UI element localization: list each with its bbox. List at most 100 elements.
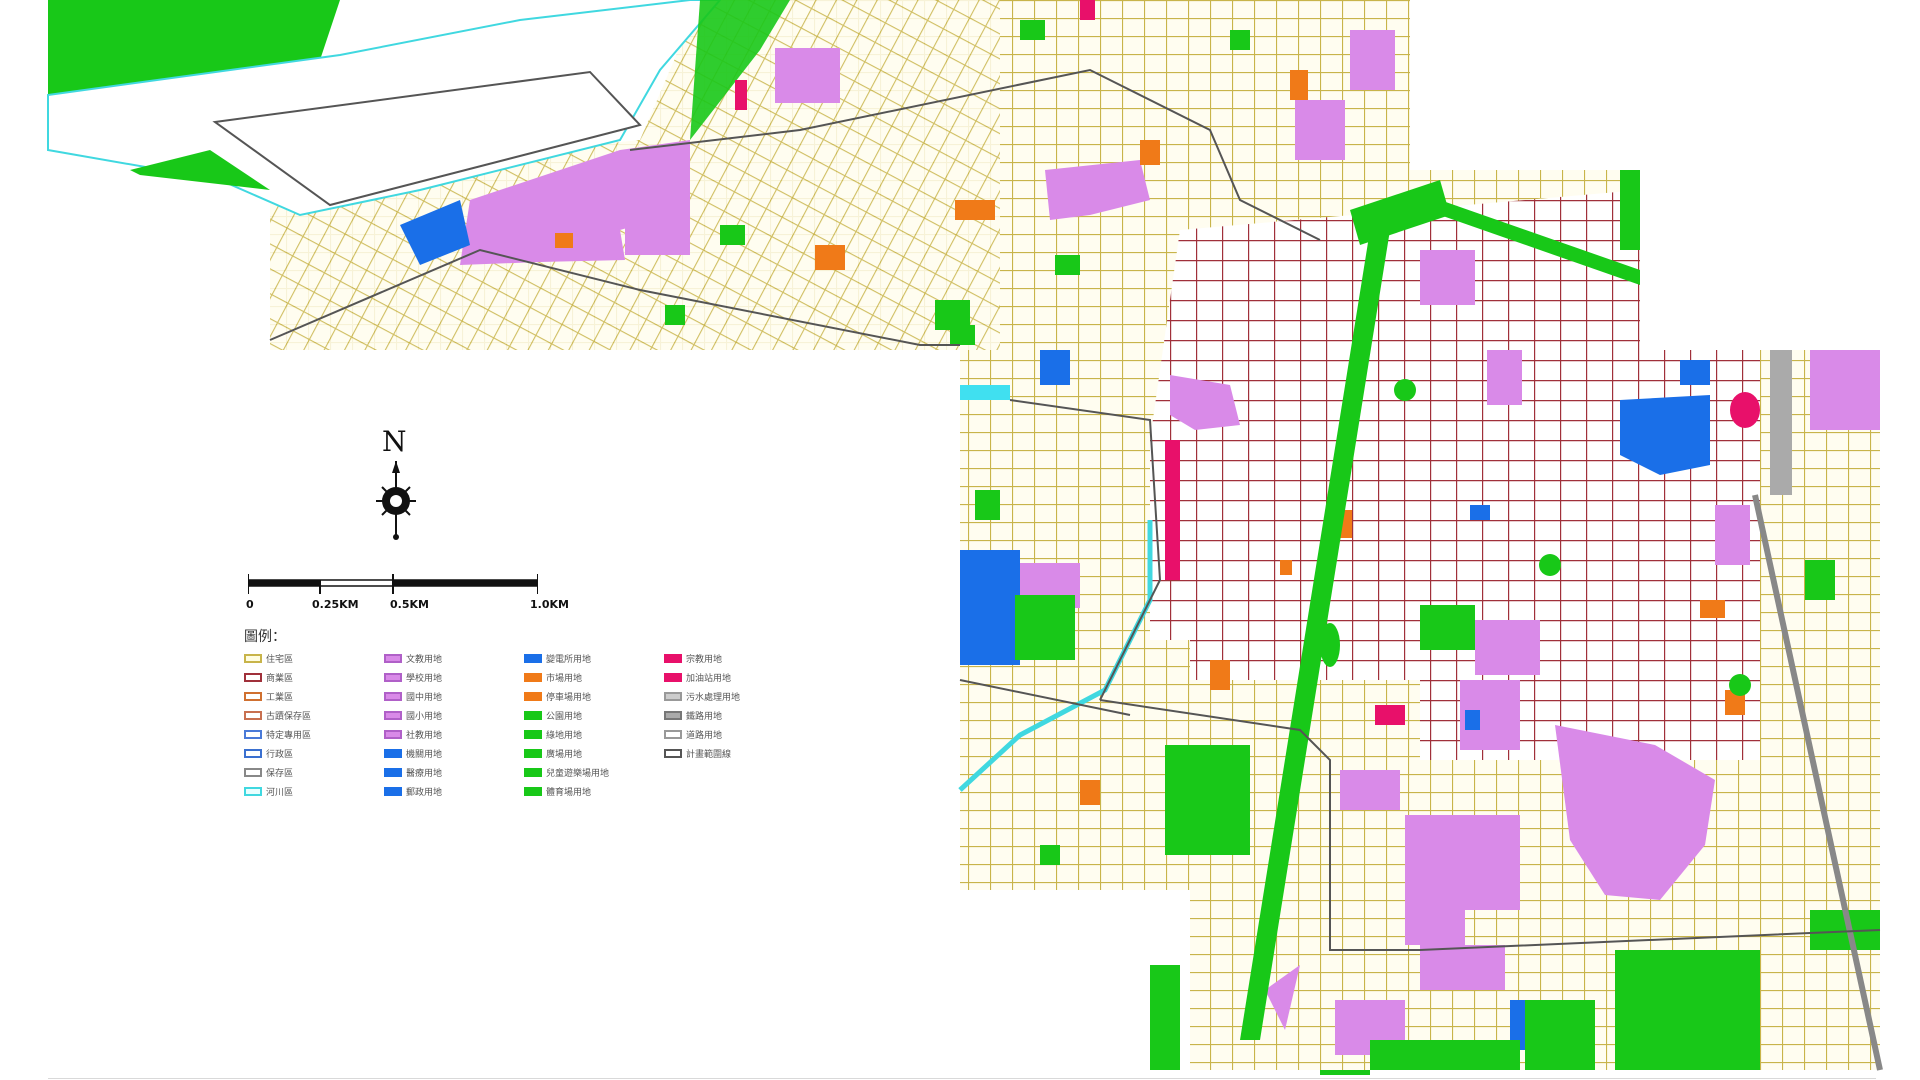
legend-item: 學校用地 [384, 669, 524, 685]
compass-rose-icon [376, 461, 416, 540]
legend-item: 廣場用地 [524, 745, 664, 761]
legend-swatch-icon [524, 672, 542, 682]
legend-swatch-icon [384, 786, 402, 796]
legend-swatch-icon [524, 710, 542, 720]
legend-label: 兒童遊樂場用地 [546, 768, 610, 779]
legend-item: 國中用地 [384, 688, 524, 704]
legend-item: 文教用地 [384, 650, 524, 666]
legend-item: 宗教用地 [664, 650, 784, 666]
legend-item: 鐵路用地 [664, 707, 784, 723]
scale-label-0: 0 [246, 598, 254, 611]
north-arrow: N [372, 425, 420, 545]
legend-empty-cell [664, 783, 784, 799]
legend-label: 變電所用地 [546, 654, 592, 665]
legend-label: 污水處理用地 [686, 692, 741, 703]
legend-label: 學校用地 [406, 673, 443, 684]
legend-swatch-icon [524, 691, 542, 701]
legend-label: 市場用地 [546, 673, 583, 684]
legend-item: 加油站用地 [664, 669, 784, 685]
legend-swatch-icon [664, 672, 682, 682]
legend-label: 河川區 [266, 787, 294, 798]
legend-swatch-icon [244, 767, 262, 777]
legend-swatch-icon [664, 748, 682, 758]
legend-item: 道路用地 [664, 726, 784, 742]
legend-label: 住宅區 [266, 654, 294, 665]
legend-label: 社教用地 [406, 730, 443, 741]
legend-item: 醫療用地 [384, 764, 524, 780]
legend-item: 社教用地 [384, 726, 524, 742]
legend-label: 機關用地 [406, 749, 443, 760]
legend-label: 綠地用地 [546, 730, 583, 741]
legend-item: 停車場用地 [524, 688, 664, 704]
legend-swatch-icon [244, 653, 262, 663]
legend-label: 國中用地 [406, 692, 443, 703]
legend-item: 河川區 [244, 783, 384, 799]
legend-label: 商業區 [266, 673, 294, 684]
zoning-map [47, 0, 1883, 1075]
scale-label-05: 0.5KM [390, 598, 429, 611]
legend-swatch-icon [664, 729, 682, 739]
legend-item: 國小用地 [384, 707, 524, 723]
legend-item: 郵政用地 [384, 783, 524, 799]
legend-item: 保存區 [244, 764, 384, 780]
legend-item: 工業區 [244, 688, 384, 704]
legend-label: 加油站用地 [686, 673, 732, 684]
legend-swatch-icon [664, 691, 682, 701]
legend-title: 圖例： [244, 629, 286, 645]
legend-swatch-icon [384, 710, 402, 720]
legend-swatch-icon [664, 653, 682, 663]
legend-swatch-icon [384, 767, 402, 777]
legend-item: 計畫範圍線 [664, 745, 784, 761]
legend-label: 停車場用地 [546, 692, 592, 703]
legend-label: 郵政用地 [406, 787, 443, 798]
legend-swatch-icon [384, 653, 402, 663]
legend-item: 變電所用地 [524, 650, 664, 666]
legend-item: 行政區 [244, 745, 384, 761]
legend-label: 廣場用地 [546, 749, 583, 760]
legend-swatch-icon [524, 748, 542, 758]
legend-item: 綠地用地 [524, 726, 664, 742]
legend-label: 公園用地 [546, 711, 583, 722]
legend-swatch-icon [524, 653, 542, 663]
legend-label: 國小用地 [406, 711, 443, 722]
legend-item: 兒童遊樂場用地 [524, 764, 664, 780]
legend-item: 住宅區 [244, 650, 384, 666]
legend-item: 體育場用地 [524, 783, 664, 799]
legend-item: 特定專用區 [244, 726, 384, 742]
legend-swatch-icon [524, 767, 542, 777]
legend-item: 公園用地 [524, 707, 664, 723]
legend-swatch-icon [384, 748, 402, 758]
legend-swatch-icon [524, 729, 542, 739]
legend-swatch-icon [524, 786, 542, 796]
legend-item: 市場用地 [524, 669, 664, 685]
legend-label: 宗教用地 [686, 654, 723, 665]
map-legend: 圖例： 住宅區 文教用地 變電所用地 宗教用地 商業區 學校用地 市場用地 加油站用地 工業區國… [244, 626, 784, 799]
legend-swatch-icon [384, 729, 402, 739]
legend-label: 體育場用地 [546, 787, 592, 798]
legend-empty-cell [664, 764, 784, 780]
scale-bar-graphic [248, 574, 538, 594]
legend-label: 保存區 [266, 768, 294, 779]
legend-swatch-icon [244, 672, 262, 682]
scale-bar: 0 0.25KM 0.5KM 1.0KM [246, 572, 569, 612]
legend-item: 商業區 [244, 669, 384, 685]
legend-swatch-icon [244, 729, 262, 739]
legend-label: 道路用地 [686, 730, 723, 741]
legend-swatch-icon [664, 710, 682, 720]
legend-swatch-icon [244, 710, 262, 720]
legend-label: 鐵路用地 [686, 711, 723, 722]
legend-item: 污水處理用地 [664, 688, 784, 704]
legend-swatch-icon [244, 786, 262, 796]
legend-label: 古蹟保存區 [266, 711, 312, 722]
legend-label: 特定專用區 [266, 730, 312, 741]
scale-label-025: 0.25KM [312, 598, 359, 611]
legend-label: 計畫範圍線 [686, 749, 732, 760]
legend-swatch-icon [244, 691, 262, 701]
legend-item: 機關用地 [384, 745, 524, 761]
legend-item: 古蹟保存區 [244, 707, 384, 723]
legend-label: 工業區 [266, 692, 294, 703]
legend-swatch-icon [384, 672, 402, 682]
page-bottom-rule [48, 1078, 1876, 1079]
legend-label: 醫療用地 [406, 768, 443, 779]
legend-swatch-icon [244, 748, 262, 758]
